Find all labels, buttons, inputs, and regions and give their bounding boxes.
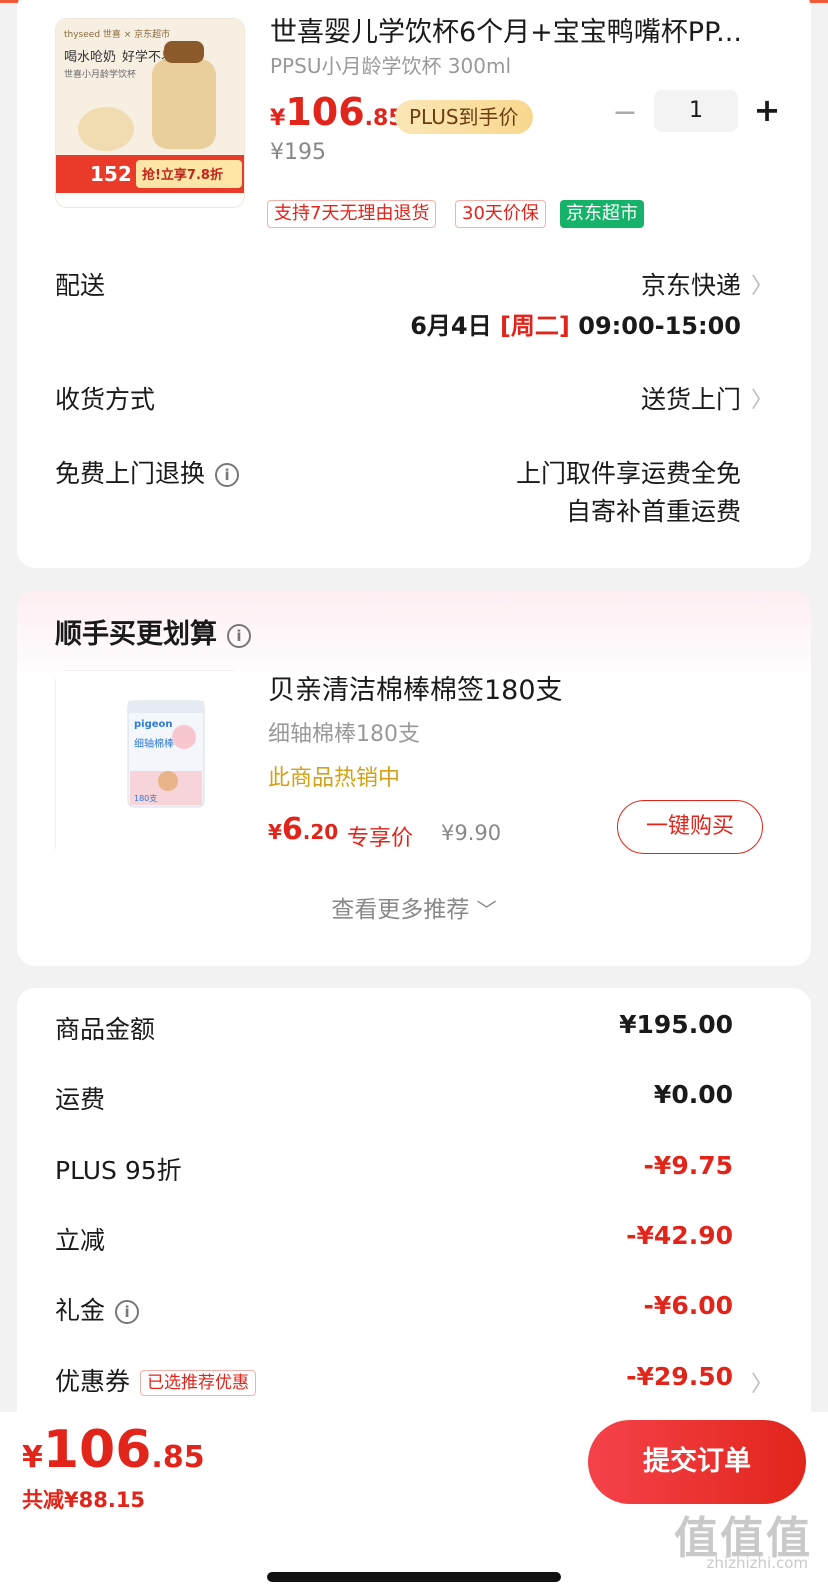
recommend-price: ¥6.20 bbox=[268, 812, 338, 847]
watermark-url: zhizhizhi.com bbox=[706, 1554, 808, 1572]
exclusive-price-label: 专享价 bbox=[347, 826, 414, 851]
delivery-time-range: 09:00-15:00 bbox=[578, 312, 741, 340]
chevron-right-icon[interactable]: 〉 bbox=[751, 382, 773, 414]
delivery-time[interactable]: 6月4日 [周二] 09:00-15:00 bbox=[410, 306, 741, 341]
summary-value: -¥29.50 bbox=[626, 1362, 733, 1391]
price-summary-card: 商品金额 ¥195.00 运费 ¥0.00 PLUS 95折 -¥9.75 立减… bbox=[17, 988, 811, 1428]
delivery-date: 6月4日 bbox=[410, 312, 492, 340]
free-return-text: 免费上门退换 bbox=[55, 459, 206, 488]
info-icon[interactable]: i bbox=[227, 623, 251, 648]
product-title[interactable]: 世喜婴儿学饮杯6个月+宝宝鸭嘴杯PP... bbox=[270, 10, 790, 49]
summary-label: 立减 bbox=[55, 1226, 106, 1255]
summary-row: PLUS 95折 -¥9.75 bbox=[55, 1151, 733, 1187]
image-label: 细轴棉棒 bbox=[134, 737, 174, 750]
total-yen: ¥ bbox=[22, 1440, 43, 1475]
total-dec: .85 bbox=[151, 1440, 205, 1475]
tag-7day-return: 支持7天无理由退货 bbox=[267, 200, 437, 228]
recommend-item-image[interactable]: pigeon 细轴棉棒 180支 bbox=[55, 670, 244, 859]
free-return-line1: 上门取件享运费全免 bbox=[515, 459, 741, 488]
image-brand: thyseed 世喜 × 京东超市 bbox=[64, 28, 170, 40]
summary-label: PLUS 95折 bbox=[55, 1156, 182, 1185]
tag-price-protect: 30天价保 bbox=[455, 200, 546, 228]
summary-value: -¥9.75 bbox=[643, 1151, 733, 1180]
recommend-title-text: 顺手买更划算 bbox=[55, 619, 217, 650]
rec-price-int: 6 bbox=[281, 812, 303, 847]
summary-row: 运费 ¥0.00 bbox=[55, 1080, 733, 1116]
price-yen: ¥ bbox=[270, 106, 286, 131]
recommend-original-price: ¥9.90 bbox=[441, 821, 502, 845]
free-return-label: 免费上门退换 i bbox=[55, 454, 240, 490]
summary-value: -¥42.90 bbox=[626, 1221, 733, 1250]
receive-method-value[interactable]: 送货上门 bbox=[641, 380, 741, 416]
bottom-bar: ¥106.85 共减¥88.15 提交订单 值值值 zhizhizhi.com bbox=[0, 1412, 828, 1590]
image-headline-1: 喝水呛奶 bbox=[64, 49, 116, 65]
chevron-down-icon: ﹀ bbox=[476, 898, 497, 922]
total-saved: 共减¥88.15 bbox=[22, 1488, 146, 1512]
image-sub: 世喜小月龄学饮杯 bbox=[64, 68, 136, 80]
chevron-right-icon[interactable]: 〉 bbox=[751, 1366, 773, 1398]
quantity-field[interactable]: 1 bbox=[654, 90, 738, 132]
image-promo-cta: 抢!立享7.8折 bbox=[142, 167, 223, 183]
recommend-item-spec: 细轴棉棒180支 bbox=[268, 722, 420, 747]
delivery-label: 配送 bbox=[55, 271, 106, 300]
summary-label: 运费 bbox=[55, 1085, 106, 1114]
minus-icon[interactable]: − bbox=[605, 94, 645, 134]
product-card: thyseed 世喜 × 京东超市 喝水呛奶 好学不易呛 世喜小月龄学饮杯 15… bbox=[17, 0, 811, 568]
chevron-right-icon[interactable]: 〉 bbox=[751, 268, 773, 300]
recommend-card: 顺手买更划算 i pigeon 细轴棉棒 180支 贝亲清洁棉棒棉签180支 细轴… bbox=[17, 590, 811, 966]
recommend-hot-label: 此商品热销中 bbox=[268, 766, 401, 791]
info-icon[interactable]: i bbox=[215, 463, 240, 487]
home-indicator[interactable] bbox=[267, 1572, 561, 1582]
bottle-illustration: thyseed 世喜 × 京东超市 喝水呛奶 好学不易呛 世喜小月龄学饮杯 15… bbox=[56, 19, 244, 207]
one-click-buy-button[interactable]: 一键购买 bbox=[617, 800, 763, 854]
submit-order-button[interactable]: 提交订单 bbox=[588, 1420, 806, 1504]
summary-value: ¥195.00 bbox=[619, 1010, 733, 1039]
free-return-line2: 自寄补首重运费 bbox=[565, 497, 741, 526]
summary-row: 礼金 i -¥6.00 bbox=[55, 1291, 733, 1327]
image-promo-price: 152 bbox=[90, 162, 132, 186]
coupon-row[interactable]: 优惠券 已选推荐优惠 -¥29.50 bbox=[55, 1362, 733, 1398]
coupon-label-text: 优惠券 bbox=[55, 1367, 131, 1396]
summary-label: 优惠券 已选推荐优惠 bbox=[55, 1362, 257, 1398]
plus-price-badge: PLUS到手价 bbox=[395, 100, 533, 134]
original-price: ¥195 bbox=[270, 140, 326, 165]
summary-value: -¥6.00 bbox=[643, 1291, 733, 1320]
order-confirm-page: thyseed 世喜 × 京东超市 喝水呛奶 好学不易呛 世喜小月龄学饮杯 15… bbox=[0, 0, 828, 1590]
summary-value: ¥0.00 bbox=[653, 1080, 733, 1109]
rec-price-yen: ¥ bbox=[268, 820, 282, 844]
info-icon[interactable]: i bbox=[115, 1300, 140, 1324]
receive-method-label: 收货方式 bbox=[55, 385, 156, 414]
summary-label: 商品金额 bbox=[55, 1015, 156, 1044]
image-brand: pigeon bbox=[134, 719, 173, 730]
plus-icon[interactable]: + bbox=[747, 90, 787, 132]
price-int: 106 bbox=[285, 90, 365, 134]
rec-price-dec: .20 bbox=[302, 820, 339, 844]
summary-row: 商品金额 ¥195.00 bbox=[55, 1010, 733, 1046]
image-count: 180支 bbox=[134, 793, 157, 803]
cotton-swab-box-illustration: pigeon 细轴棉棒 180支 bbox=[56, 671, 244, 859]
delivery-day: [周二] bbox=[499, 312, 570, 340]
summary-row: 立减 -¥42.90 bbox=[55, 1221, 733, 1257]
recommend-item-name[interactable]: 贝亲清洁棉棒棉签180支 bbox=[268, 668, 563, 707]
more-recommend-text: 查看更多推荐 bbox=[331, 897, 470, 923]
coupon-selected-tag: 已选推荐优惠 bbox=[140, 1370, 257, 1396]
total-int: 106 bbox=[42, 1420, 152, 1480]
gift-label-text: 礼金 bbox=[55, 1296, 106, 1325]
product-image[interactable]: thyseed 世喜 × 京东超市 喝水呛奶 好学不易呛 世喜小月龄学饮杯 15… bbox=[55, 18, 245, 208]
summary-label: 礼金 i bbox=[55, 1291, 140, 1327]
product-price: ¥106.85 bbox=[270, 90, 404, 134]
delivery-carrier[interactable]: 京东快递 bbox=[641, 266, 741, 302]
total-price: ¥106.85 bbox=[22, 1420, 205, 1480]
tag-jd-supermarket: 京东超市 bbox=[560, 200, 644, 228]
more-recommend-link[interactable]: 查看更多推荐 ﹀ bbox=[17, 890, 811, 924]
product-spec[interactable]: PPSU小月龄学饮杯 300ml bbox=[270, 50, 511, 79]
recommend-title: 顺手买更划算 i bbox=[55, 612, 251, 651]
